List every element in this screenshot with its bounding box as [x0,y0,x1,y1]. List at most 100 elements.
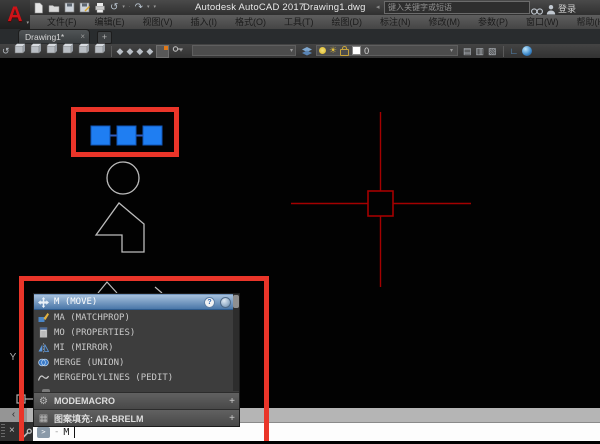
popup-system-row-hatch[interactable]: ▦ 图案填充: AR-BRELM + [34,409,239,426]
expand-icon[interactable]: + [229,396,235,407]
expand-icon[interactable]: + [229,413,235,424]
menu-modify[interactable]: 修改(M) [420,15,470,29]
menu-edit[interactable]: 编辑(E) [86,15,134,29]
tab-close-icon[interactable]: × [80,32,89,41]
popup-item-move[interactable]: M (MOVE) ? [34,294,239,310]
redo-dropdown-icon[interactable]: ▾ [147,1,150,14]
blue-squares-shape[interactable] [91,126,162,145]
mirror-icon [38,342,49,353]
isolate-icon[interactable]: ◆ [117,44,124,58]
command-close-icon[interactable]: × [9,425,15,436]
isolate-icon[interactable]: ◆ [126,44,133,58]
layer-on-icon[interactable] [319,47,326,54]
text-caret [74,426,75,438]
layer-color-swatch[interactable] [352,46,361,55]
qa-customize-icon[interactable]: ▾ [153,1,156,14]
layer-states-icon[interactable]: ▤ [463,44,472,58]
current-layer-name: 0 [364,46,369,56]
tab-label: Drawing1* [19,32,64,42]
scroll-left-button[interactable]: ‹ [0,408,27,422]
command-prompt-icon: > [37,427,50,438]
menu-help[interactable]: 帮助(H) [568,15,600,29]
menu-draw[interactable]: 绘图(D) [323,15,372,29]
web-help-icon[interactable] [220,297,231,308]
gear-icon: ⚙ [38,396,49,407]
app-menu-caret-icon: ▾ [26,20,29,26]
plot-icon[interactable] [94,2,106,13]
matchprop-icon [38,312,49,323]
undo-dropdown-icon[interactable]: ▾ [122,1,125,14]
new-file-icon[interactable] [33,2,44,14]
menu-dimension[interactable]: 标注(N) [371,15,420,29]
union-icon [38,357,49,368]
sign-in-link[interactable]: 登录 [558,2,576,15]
open-file-icon[interactable] [48,2,60,14]
popup-item-label: MERGEPOLYLINES (PEDIT) [54,373,173,383]
app-menu-button[interactable]: A ▾ [0,0,30,29]
file-tab-bar: Drawing1* × + [0,29,600,44]
command-bar-grip[interactable] [1,424,5,439]
layer-thaw-icon[interactable]: ☀ [329,45,337,56]
isolate-icon[interactable]: ◆ [136,44,143,58]
layer-lock-icon[interactable] [340,49,349,56]
popup-item-label: MERGE (UNION) [54,358,124,368]
menu-bar: 文件(F) 编辑(E) 视图(V) 插入(I) 格式(O) 工具(T) 绘图(D… [0,15,600,29]
pan-orbit-icon[interactable]: ↺ [2,44,10,58]
popup-item-matchprop[interactable]: MA (MATCHPROP) [34,310,239,325]
menu-file[interactable]: 文件(F) [38,15,86,29]
tab-drawing1[interactable]: Drawing1* × [18,29,90,43]
popup-item-partial [34,385,239,392]
popup-system-row-modemacro[interactable]: ⚙ MODEMACRO + [34,392,239,409]
wrench-icon[interactable] [21,426,32,444]
svg-text:Y: Y [10,352,17,363]
popup-item-mergepolylines[interactable]: MERGEPOLYLINES (PEDIT) [34,370,239,385]
pickbox [368,191,393,216]
command-typed-text: M [63,427,69,438]
combo-caret-icon: ▾ [290,47,295,54]
menu-tools[interactable]: 工具(T) [275,15,323,29]
popup-scrollbar-thumb[interactable] [233,295,239,308]
popup-item-label: MO (PROPERTIES) [54,328,135,338]
save-icon[interactable] [64,2,75,13]
popup-item-properties[interactable]: MO (PROPERTIES) [34,325,239,340]
menu-format[interactable]: 格式(O) [226,15,275,29]
isolate-icon[interactable]: ◆ [146,44,153,58]
menu-parametric[interactable]: 参数(P) [469,15,517,29]
properties-icon [38,327,49,338]
system-row-label: 图案填充: AR-BRELM [54,412,144,425]
workspace-combobox[interactable]: ▾ [192,45,296,56]
layer-combobox[interactable]: ☀ 0 ▾ [316,45,458,56]
polygon-shape[interactable] [96,203,144,252]
popup-item-merge[interactable]: MERGE (UNION) [34,355,239,370]
help-icon[interactable]: ? [204,297,215,308]
axes-icon[interactable]: ∟ [510,44,519,58]
layer-prev-icon[interactable]: ▥ [476,44,485,58]
move-icon [38,297,49,308]
system-row-label: MODEMACRO [54,396,115,406]
command-autocomplete-popup: M (MOVE) ? MA (MATCHPROP) MO (PROPERTIES… [33,293,240,427]
layer-match-icon[interactable]: ▧ [488,44,497,58]
redo-icon[interactable]: ↷ [135,1,143,14]
save-as-icon[interactable] [79,2,90,13]
popup-item-mirror[interactable]: MI (MIRROR) [34,340,239,355]
popup-item-label: MA (MATCHPROP) [54,313,130,323]
undo-icon[interactable]: ↺ [110,1,118,14]
geographic-location-icon[interactable] [522,46,532,56]
menu-window[interactable]: 窗口(W) [517,15,568,29]
toolbar: ↺ ◆ ◆ ◆ ◆ ▾ ☀ 0 ▾ ▤ ▥ ▧ ∟ [0,44,600,58]
partial-shape-line[interactable] [98,282,117,293]
crosshair-cursor [291,112,471,287]
circle-shape[interactable] [107,162,139,194]
menu-view[interactable]: 视图(V) [134,15,182,29]
search-input[interactable] [384,1,530,14]
layer-properties-icon[interactable] [156,45,169,58]
document-title: Drawing1.dwg [303,2,366,13]
toolbar-separator [111,46,112,57]
popup-item-label: MI (MIRROR) [54,343,114,353]
popup-scrollbar[interactable] [233,294,239,391]
menu-insert[interactable]: 插入(I) [182,15,227,29]
toolbar-right-group: ▤ ▥ ▧ ∟ [463,44,532,58]
search-collapse-icon[interactable]: ◂ [376,3,380,11]
command-separator: - [54,427,59,437]
autocad-window: { "titlebar": { "product": "Autodesk Aut… [0,0,600,441]
